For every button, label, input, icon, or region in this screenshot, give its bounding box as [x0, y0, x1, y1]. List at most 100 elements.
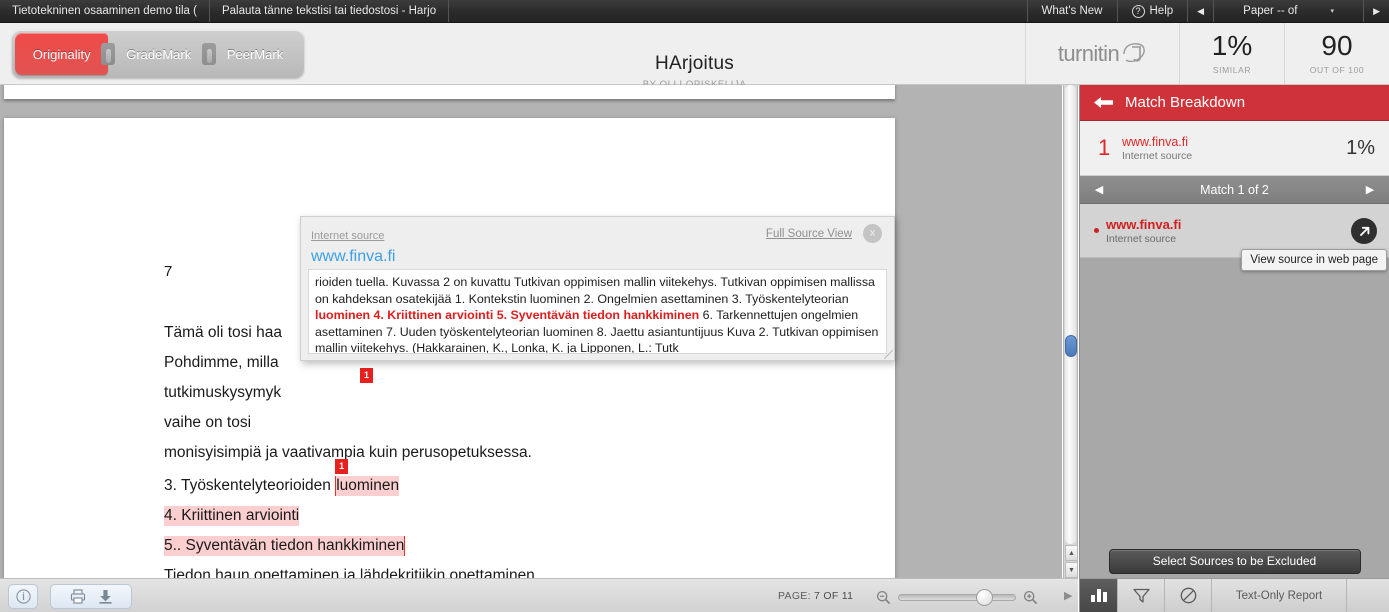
source-kind-label: Internet source [311, 230, 385, 242]
source-type: Internet source [1122, 149, 1193, 162]
text-only-report-button[interactable]: Text-Only Report [1212, 579, 1347, 612]
zoom-in-icon[interactable] [1023, 590, 1038, 605]
match-breakdown-header: Match Breakdown [1080, 85, 1389, 121]
tab-grademark[interactable]: GradeMark [101, 33, 209, 75]
doc-line-3-prefix: 3. Työskentelyteorioiden [164, 477, 336, 494]
match-list-empty-area [1080, 259, 1389, 544]
doc-line-3: 3. Työskentelyteorioiden 1 luominen [164, 459, 864, 501]
help-label: Help [1149, 5, 1174, 17]
source-popup-text: rioiden tuella. Kuvassa 2 on kuvattu Tut… [308, 269, 887, 354]
match-prev-button[interactable]: ◀ [1088, 183, 1110, 196]
filter-icon [1132, 588, 1150, 603]
external-link-icon[interactable] [1351, 218, 1377, 244]
similarity-label: SIMILAR [1212, 65, 1252, 75]
zoom-control [876, 587, 1056, 607]
match-overview-button[interactable] [1080, 579, 1118, 612]
full-source-view-link[interactable]: Full Source View [766, 228, 852, 240]
help-button[interactable]: ? Help [1118, 0, 1189, 22]
scroll-up-arrow-icon[interactable]: ▲ [1065, 545, 1078, 561]
whats-new-button[interactable]: What's New [1028, 0, 1118, 22]
similarity-value: 1% [1211, 30, 1253, 61]
prev-paper-button[interactable]: ◀ [1188, 0, 1215, 22]
match-next-button[interactable]: ▶ [1359, 183, 1381, 196]
browser-toolbar-right: What's New ? Help ◀ Paper -- of ▾ ▶ [1026, 0, 1389, 22]
match-detail-type: Internet source [1106, 232, 1177, 245]
grade-label: OUT OF 100 [1309, 65, 1365, 75]
panel-bottom-extra[interactable] [1347, 579, 1389, 612]
paper-selector-label: Paper -- of [1243, 5, 1298, 17]
page-indicator: PAGE: 7 OF 11 [778, 590, 853, 602]
paragraph-line-3: tutkimuskysymyk [164, 384, 282, 401]
source-rank: 1 [1098, 135, 1111, 160]
match-navigation: ◀ Match 1 of 2 ▶ [1080, 176, 1389, 204]
match-detail-row[interactable]: www.finva.fi Internet source 1 View sour… [1080, 204, 1389, 271]
source-text-part-2-red: luominen 4. Kriittinen arviointi 5. Syve… [315, 308, 700, 322]
scrollbar-track[interactable] [1065, 85, 1076, 544]
similarity-score[interactable]: 1% SIMILAR [1179, 23, 1284, 84]
no-entry-icon [1180, 587, 1197, 604]
document-toolbar: PAGE: 7 OF 11 ▶ [0, 578, 1078, 612]
page-indicator-value: 7 OF 11 [814, 590, 854, 602]
document-scrollbar[interactable]: ▲ ▼ [1063, 85, 1078, 578]
paper-selector[interactable]: Paper -- of ▾ [1214, 0, 1365, 22]
filter-button[interactable] [1118, 579, 1165, 612]
document-list-lines: 3. Työskentelyteorioiden 1 luominen 4. Kr… [164, 459, 864, 578]
source-popup-header: Internet source www.finva.fi Full Source… [301, 217, 894, 269]
browser-tab-1[interactable]: Tietotekninen osaaminen demo tila ( [0, 0, 210, 22]
browser-tab-bar: Tietotekninen osaaminen demo tila ( Pala… [0, 0, 1389, 23]
paragraph-line-5: monisyisimpiä ja vaativampia kuin peruso… [164, 444, 532, 461]
close-icon[interactable]: x [863, 224, 882, 243]
turnitin-logo: turnitin [1025, 23, 1179, 84]
print-icon[interactable] [70, 589, 86, 604]
select-sources-to-be-excluded-button[interactable]: Select Sources to be Excluded [1108, 548, 1361, 574]
zoom-slider-thumb[interactable] [976, 589, 993, 606]
tab-peermark[interactable]: PeerMark [202, 33, 301, 75]
match-marker[interactable]: 1 [335, 459, 349, 474]
zoom-slider[interactable] [898, 588, 1016, 606]
document-page-number: 7 [164, 263, 173, 280]
grade-value: 90 [1321, 30, 1353, 61]
match-marker-floating[interactable]: 1 [360, 368, 373, 383]
browser-tab-2[interactable]: Palauta tänne tekstisi tai tiedostosi - … [210, 0, 450, 22]
info-icon [15, 589, 31, 604]
turnitin-originality-report: Tietotekninen osaaminen demo tila ( Pala… [0, 0, 1389, 612]
chevron-down-icon: ▾ [1330, 8, 1334, 15]
match-detail-name[interactable]: www.finva.fi [1106, 217, 1366, 232]
toolbar-next-arrow-icon[interactable]: ▶ [1064, 589, 1072, 602]
source-text-part-1: rioiden tuella. Kuvassa 2 on kuvattu Tut… [315, 275, 875, 306]
scroll-down-arrow-icon[interactable]: ▼ [1065, 562, 1078, 578]
source-preview-popup[interactable]: Internet source www.finva.fi Full Source… [300, 216, 895, 361]
scrollbar-thumb[interactable] [1065, 335, 1077, 357]
source-info: www.finva.fi Internet source [1122, 135, 1346, 162]
view-mode-tabs: Originality GradeMark PeerMark [12, 30, 304, 78]
doc-line-5-highlight[interactable]: 5.. Syventävän tiedon hankkiminen [164, 536, 406, 556]
panel-bottom-bar: Text-Only Report [1080, 578, 1389, 612]
bar-chart-icon [1090, 589, 1107, 602]
turnitin-wordmark: turnitin [1057, 40, 1120, 66]
match-breakdown-title: Match Breakdown [1125, 94, 1246, 111]
help-icon: ? [1131, 4, 1145, 18]
resize-handle[interactable] [884, 350, 893, 359]
match-breakdown-panel: Match Breakdown 1 www.finva.fi Internet … [1079, 85, 1389, 612]
source-name[interactable]: www.finva.fi [1122, 135, 1346, 149]
previous-page-edge [4, 85, 895, 99]
zoom-slider-track[interactable] [898, 594, 1016, 601]
turnitin-mark-icon [1121, 41, 1147, 67]
exclude-button[interactable] [1165, 579, 1212, 612]
zoom-out-icon[interactable] [876, 590, 891, 605]
info-button[interactable] [8, 584, 38, 609]
doc-line-3-highlight[interactable]: luominen [335, 476, 400, 496]
tab-originality[interactable]: Originality [15, 33, 109, 75]
next-paper-button[interactable]: ▶ [1364, 0, 1389, 22]
view-source-tooltip: View source in web page [1241, 249, 1387, 271]
doc-line-6-text: Tiedon haun opettaminen ja lähdekritiiki… [164, 567, 540, 578]
doc-line-4-highlight[interactable]: 4. Kriittinen arviointi [164, 506, 300, 526]
print-download-group [50, 584, 132, 609]
back-arrow-icon[interactable] [1094, 96, 1113, 109]
grade-score[interactable]: 90 OUT OF 100 [1284, 23, 1389, 84]
source-list-item[interactable]: 1 www.finva.fi Internet source 1% [1080, 121, 1389, 176]
bullet-icon [1094, 228, 1099, 233]
source-url-link[interactable]: www.finva.fi [311, 248, 884, 266]
download-icon[interactable] [98, 589, 113, 604]
